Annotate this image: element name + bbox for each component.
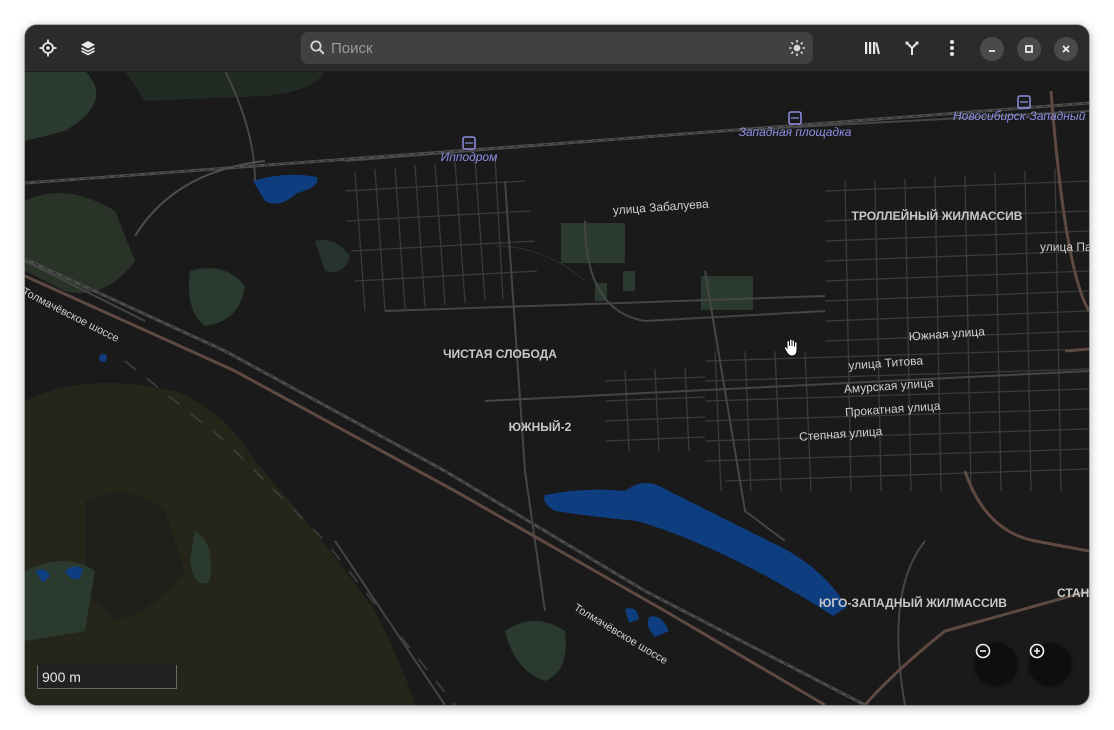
park-area — [189, 268, 245, 326]
park-area — [125, 71, 325, 101]
search-input[interactable] — [331, 32, 771, 64]
water-body — [99, 354, 107, 362]
main-menu-button[interactable] — [937, 33, 967, 63]
park-area — [25, 71, 97, 141]
station-label: Новосибирск-Западный — [953, 109, 1086, 123]
layers-icon — [81, 41, 95, 56]
street-label: улица Па — [1040, 240, 1089, 254]
search-icon — [310, 40, 325, 55]
park-area — [561, 223, 625, 263]
park-area — [505, 621, 566, 681]
header-bar — [25, 25, 1089, 72]
zoom-in-icon — [1029, 643, 1045, 659]
map-canvas: Ипподром Западная площадка Новосибирск-З… — [25, 71, 1089, 705]
district-label: СТАН — [1057, 586, 1089, 600]
map-view[interactable]: Ипподром Западная площадка Новосибирск-З… — [25, 71, 1089, 705]
zoom-out-icon — [975, 643, 991, 659]
app-window: Ипподром Западная площадка Новосибирск-З… — [25, 25, 1089, 705]
street-label: Толмачёвское шоссе — [25, 286, 121, 345]
street-label: Амурская улица — [843, 376, 934, 396]
close-button[interactable] — [1054, 37, 1078, 61]
locate-me-button[interactable] — [33, 33, 63, 63]
street-label: Южная улица — [908, 324, 985, 343]
district-label: ЧИСТАЯ СЛОБОДА — [443, 347, 557, 361]
street-label: Степная улица — [799, 424, 883, 444]
library-button[interactable] — [857, 33, 887, 63]
minimize-icon — [989, 50, 995, 52]
water-body — [625, 608, 639, 623]
layers-button[interactable] — [73, 33, 103, 63]
park-area — [623, 271, 635, 291]
crosshair-icon — [39, 39, 57, 57]
kebab-menu-icon — [950, 40, 954, 56]
district-label: ЮГО-ЗАПАДНЫЙ ЖИЛМАССИВ — [819, 595, 1007, 610]
minimize-button[interactable] — [980, 37, 1004, 61]
library-icon — [865, 42, 880, 55]
park-area — [315, 240, 350, 272]
maximize-icon — [1025, 45, 1033, 53]
zoom-in-button[interactable] — [1029, 643, 1071, 685]
park-area — [25, 193, 135, 293]
wasteland-area — [25, 383, 415, 705]
park-area — [25, 561, 95, 641]
district-label: ЮЖНЫЙ-2 — [509, 419, 572, 434]
district-label: ТРОЛЛЕЙНЫЙ ЖИЛМАССИВ — [852, 208, 1023, 223]
search-bar — [301, 32, 813, 64]
zoom-out-button[interactable] — [975, 643, 1017, 685]
street-label: Прокатная улица — [845, 399, 942, 420]
maximize-button[interactable] — [1017, 37, 1041, 61]
station-icon — [462, 136, 476, 150]
route-fork-icon — [905, 41, 919, 55]
scale-bar: 900 m — [37, 665, 177, 689]
water-body — [253, 174, 318, 204]
street-label: улица Забалуева — [612, 197, 709, 218]
close-icon — [1062, 45, 1070, 53]
station-label: Ипподром — [441, 150, 498, 164]
routing-button[interactable] — [897, 33, 927, 63]
theme-sun-icon[interactable] — [788, 39, 806, 57]
water-body — [647, 616, 669, 637]
water-body — [544, 482, 847, 616]
station-label: Западная площадка — [739, 125, 852, 139]
hand-cursor-icon — [783, 338, 798, 357]
station-icon — [788, 111, 802, 125]
